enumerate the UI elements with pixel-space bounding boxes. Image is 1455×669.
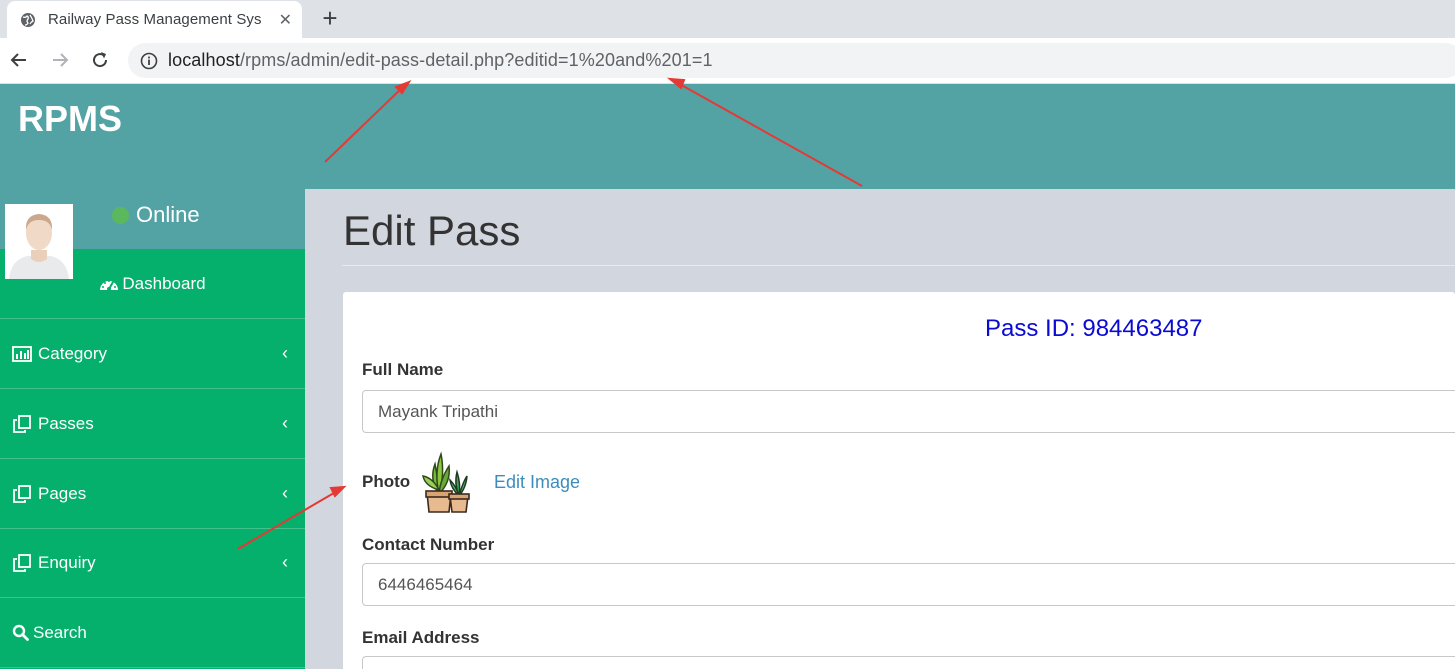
chevron-left-icon: ‹ [282, 483, 288, 503]
info-icon[interactable] [140, 52, 158, 70]
online-status: Online [112, 202, 200, 228]
pass-id-heading: Pass ID: 984463487 [985, 315, 1203, 342]
edit-image-link[interactable]: Edit Image [494, 472, 580, 493]
url-host: localhost [168, 50, 240, 70]
photo-label: Photo [362, 472, 411, 491]
page-title: Edit Pass [343, 207, 521, 254]
sidebar-item-label: Passes [38, 413, 94, 433]
dashboard-icon [99, 275, 121, 293]
chevron-left-icon: ‹ [282, 552, 288, 572]
edit-pass-form: Pass ID: 984463487 Full Name Mayank Trip… [343, 292, 1455, 669]
browser-tab-strip: Railway Pass Management Sys ✕ + [0, 0, 1455, 38]
sidebar-item-label: Search [33, 622, 87, 642]
sidebar-item-label: Category [38, 343, 107, 363]
copy-icon [12, 553, 34, 572]
back-icon[interactable] [7, 48, 31, 72]
contact-number-label: Contact Number [362, 535, 495, 554]
sidebar-item-passes[interactable]: Passes ‹ [0, 389, 305, 459]
address-bar[interactable]: localhost/rpms/admin/edit-pass-detail.ph… [128, 43, 1455, 78]
email-address-input[interactable] [362, 656, 1455, 669]
copy-icon [12, 414, 34, 433]
close-tab-icon[interactable]: ✕ [279, 10, 292, 30]
sidebar-item-search[interactable]: Search [0, 598, 305, 668]
sidebar-item-label: Pages [38, 483, 87, 503]
sidebar-item-enquiry[interactable]: Enquiry ‹ [0, 528, 305, 598]
tab-title: Railway Pass Management Sys [48, 11, 262, 28]
browser-tab[interactable]: Railway Pass Management Sys ✕ [7, 1, 302, 38]
sidebar-item-label: Enquiry [38, 552, 96, 572]
sidebar-item-pages[interactable]: Pages ‹ [0, 459, 305, 529]
contact-number-input[interactable]: 6446465464 [362, 563, 1455, 606]
search-icon [12, 624, 30, 642]
brand-logo[interactable]: RPMS [18, 98, 122, 140]
divider [342, 265, 1455, 266]
app-header: RPMS [0, 84, 1455, 189]
url-path: /rpms/admin/edit-pass-detail.php?editid=… [239, 50, 713, 70]
full-name-input[interactable]: Mayank Tripathi [362, 390, 1455, 433]
copy-icon [12, 484, 34, 503]
chevron-left-icon: ‹ [282, 343, 288, 363]
full-name-label: Full Name [362, 360, 444, 379]
status-dot-icon [112, 206, 129, 224]
reload-icon[interactable] [88, 48, 112, 72]
sidebar: Online Dashboard Category ‹ Passes ‹ Pag… [0, 189, 305, 669]
sidebar-item-category[interactable]: Category ‹ [0, 319, 305, 389]
sidebar-item-label: Dashboard [122, 273, 206, 293]
chevron-left-icon: ‹ [282, 413, 288, 433]
avatar [5, 204, 73, 279]
globe-icon [20, 12, 36, 28]
browser-toolbar: localhost/rpms/admin/edit-pass-detail.ph… [0, 38, 1455, 84]
photo-thumbnail [421, 450, 473, 514]
status-label: Online [136, 202, 200, 227]
bar-chart-icon [12, 345, 34, 363]
email-address-label: Email Address [362, 628, 480, 647]
url-text: localhost/rpms/admin/edit-pass-detail.ph… [168, 50, 713, 71]
new-tab-button[interactable]: + [316, 3, 344, 33]
forward-icon[interactable] [48, 48, 72, 72]
main-content: Edit Pass Pass ID: 984463487 Full Name M… [305, 189, 1455, 669]
